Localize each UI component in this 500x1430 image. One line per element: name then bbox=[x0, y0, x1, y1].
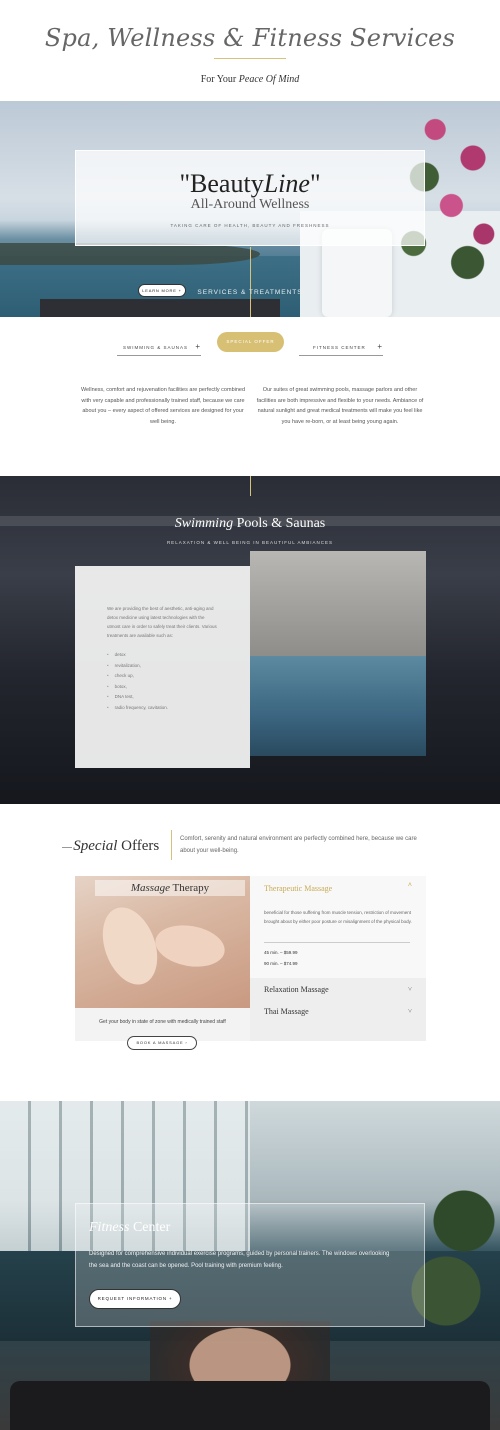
hero-banner: "BeautyLine" All-Around Wellness TAKING … bbox=[0, 101, 500, 317]
massage-therapy-label: Massage Therapy bbox=[95, 880, 245, 896]
fitness-title-rest: Center bbox=[129, 1220, 171, 1235]
list-item: check up, bbox=[107, 671, 168, 682]
list-item: revitalization, bbox=[107, 661, 168, 672]
accordion-title: Thai Massage bbox=[264, 1007, 309, 1016]
learn-more-button[interactable]: LEARN MORE + bbox=[138, 284, 186, 297]
intro-text-left: Wellness, comfort and rejuvenation facil… bbox=[80, 387, 246, 425]
hero-railing-image bbox=[40, 299, 280, 317]
accordion-item-relaxation[interactable]: Relaxation Massage ˅ bbox=[264, 985, 412, 994]
accordion-title: Therapeutic Massage bbox=[264, 884, 333, 893]
massage-image: Massage Therapy bbox=[75, 876, 250, 1008]
price-90-min: 90 min. – $74.99 bbox=[264, 961, 298, 966]
tab-swimming-saunas[interactable]: SWIMMING & SAUNAS + bbox=[117, 340, 201, 356]
brand-regular: "Beauty bbox=[179, 169, 264, 198]
pools-title-rest: Pools & Saunas bbox=[233, 516, 326, 531]
hero-section-label: SERVICES & TREATMENTS bbox=[197, 289, 303, 296]
massage-rest: Therapy bbox=[169, 882, 210, 894]
accordion-item-thai[interactable]: Thai Massage ˅ bbox=[264, 1007, 412, 1016]
pools-title: Swimming Pools & Saunas bbox=[0, 516, 500, 532]
offers-divider-line bbox=[171, 830, 172, 860]
tagline-emphasis: Peace Of Mind bbox=[238, 74, 300, 85]
pools-info-card: We are providing the best of aesthetic, … bbox=[75, 566, 250, 768]
fitness-lounger-image bbox=[10, 1381, 490, 1430]
offers-description: Comfort, serenity and natural environmen… bbox=[180, 836, 417, 854]
hero-brand-box: "BeautyLine" All-Around Wellness TAKING … bbox=[75, 150, 425, 246]
tab-fitness-center[interactable]: FITNESS CENTER + bbox=[299, 340, 383, 356]
intro-text-right: Our suites of great swimming pools, mass… bbox=[256, 387, 424, 425]
button-label: REQUEST INFORMATION bbox=[97, 1296, 167, 1301]
plus-icon: + bbox=[168, 1296, 173, 1301]
title-divider bbox=[214, 58, 286, 59]
list-item: DNA test, bbox=[107, 692, 168, 703]
hero-brand-title: "BeautyLine" bbox=[76, 169, 424, 199]
pools-subtitle: RELAXATION & WELL BEING IN BEAUTIFUL AMB… bbox=[166, 540, 334, 545]
offers-title-italic: Special bbox=[73, 838, 118, 854]
accordion-text: beneficial for those suffering from musc… bbox=[264, 910, 412, 924]
accordion-title: Relaxation Massage bbox=[264, 985, 329, 994]
fitness-description: Designed for comprehensive individual ex… bbox=[89, 1251, 390, 1269]
treatments-list: detox revitalization, check up, botox, D… bbox=[107, 650, 168, 713]
list-item: radio frequency, cavitation. bbox=[107, 703, 168, 714]
plus-icon: + bbox=[178, 288, 182, 293]
button-label: BOOK A MASSAGE bbox=[136, 1040, 184, 1045]
tagline-prefix: For Your bbox=[200, 74, 239, 85]
massage-italic: Massage bbox=[130, 882, 170, 894]
fitness-title-italic: Fitness bbox=[89, 1220, 130, 1235]
request-information-button[interactable]: REQUEST INFORMATION + bbox=[89, 1289, 181, 1309]
site-title: Spa, Wellness & Fitness Services bbox=[44, 24, 456, 52]
pool-arch-image bbox=[250, 551, 426, 661]
pools-section: Swimming Pools & Saunas RELAXATION & WEL… bbox=[0, 476, 500, 804]
hero-island-image bbox=[0, 243, 260, 265]
price-45-min: 45 min. – $59.99 bbox=[264, 950, 298, 955]
pool-divider-line bbox=[250, 476, 251, 496]
accordion-item-therapeutic[interactable]: Therapeutic Massage ˄ beneficial for tho… bbox=[250, 876, 426, 978]
tab-label: FITNESS CENTER bbox=[313, 345, 366, 350]
fitness-section: Fitness Center Designed for comprehensiv… bbox=[0, 1101, 500, 1430]
plus-icon: + bbox=[377, 342, 383, 351]
massage-accordion: Therapeutic Massage ˄ beneficial for tho… bbox=[250, 876, 426, 1041]
book-massage-button[interactable]: BOOK A MASSAGE › bbox=[127, 1036, 197, 1050]
list-item: botox, bbox=[107, 682, 168, 693]
hero-divider-line bbox=[250, 247, 251, 317]
tab-label: SWIMMING & SAUNAS bbox=[123, 345, 189, 350]
site-tagline: For Your Peace Of Mind bbox=[0, 74, 500, 85]
chevron-right-icon: › bbox=[185, 1040, 188, 1045]
tab-special-offer[interactable]: SPECIAL OFFER bbox=[217, 332, 284, 352]
brand-italic: Line bbox=[263, 169, 310, 198]
offers-title-rest: Offers bbox=[117, 838, 160, 854]
hero-caption: TAKING CARE OF HEALTH, BEAUTY AND FRESHN… bbox=[170, 223, 330, 228]
massage-hand-image bbox=[152, 920, 228, 972]
offers-title: Special Offers bbox=[62, 838, 159, 855]
accordion-divider bbox=[264, 942, 410, 943]
tab-label: SPECIAL OFFER bbox=[226, 339, 275, 344]
fitness-info-card: Fitness Center Designed for comprehensiv… bbox=[75, 1203, 425, 1327]
brand-close: " bbox=[309, 169, 321, 198]
button-label: LEARN MORE bbox=[142, 288, 177, 293]
plus-icon: + bbox=[195, 342, 201, 351]
chevron-up-icon: ˄ bbox=[407, 882, 412, 889]
pools-description: We are providing the best of aesthetic, … bbox=[107, 606, 217, 638]
list-item: detox bbox=[107, 650, 168, 661]
chevron-down-icon: ˅ bbox=[408, 1007, 412, 1015]
hero-subtitle: All-Around Wellness bbox=[190, 197, 310, 212]
pool-water-image bbox=[250, 656, 426, 756]
pools-title-italic: Swimming bbox=[174, 516, 234, 531]
fitness-title: Fitness Center bbox=[89, 1220, 170, 1236]
chevron-down-icon: ˅ bbox=[408, 985, 412, 993]
